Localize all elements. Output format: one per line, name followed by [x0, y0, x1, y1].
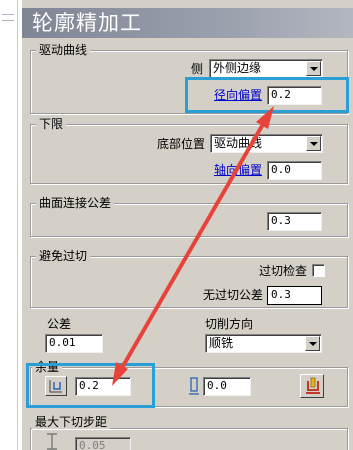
- side-select[interactable]: 外侧边缘: [209, 59, 323, 78]
- chevron-down-icon[interactable]: [305, 336, 320, 351]
- gouge-tolerance-label: 无过切公差: [203, 288, 264, 302]
- background-window-strip: [0, 0, 18, 450]
- cut-direction-select[interactable]: 顺铣: [205, 334, 322, 353]
- bottom-position-select[interactable]: 驱动曲线: [210, 134, 323, 153]
- radial-offset-link[interactable]: 径向偏置: [214, 87, 262, 103]
- chevron-down-icon[interactable]: [306, 61, 321, 76]
- component-stock-icon: [306, 377, 320, 394]
- max-stepdown-input[interactable]: 0.05: [75, 437, 131, 450]
- tolerance-input[interactable]: 0.01: [45, 334, 103, 353]
- gouge-check-label: 过切检查: [259, 264, 308, 278]
- cut-direction-value: 顺铣: [209, 336, 234, 350]
- surface-tolerance-input[interactable]: 0.3: [267, 212, 322, 231]
- axial-offset-link[interactable]: 轴向偏置: [214, 162, 262, 178]
- drive-curve-group-title: 驱动曲线: [36, 43, 91, 57]
- tolerance-label: 公差: [47, 317, 72, 331]
- gouge-check-checkbox[interactable]: [312, 264, 325, 277]
- bottom-position-label: 底部位置: [157, 137, 206, 151]
- cut-direction-label: 切削方向: [205, 317, 254, 331]
- radial-offset-input[interactable]: 0.2: [267, 86, 322, 105]
- bottom-position-value: 驱动曲线: [214, 136, 263, 150]
- surface-tolerance-group-title: 曲面连接公差: [36, 196, 115, 210]
- chevron-down-icon[interactable]: [306, 136, 321, 151]
- stock-tool-icon: [49, 380, 62, 393]
- strip-line: [2, 14, 14, 15]
- axial-offset-input[interactable]: 0.0: [267, 161, 322, 180]
- side-select-value: 外侧边缘: [213, 61, 262, 75]
- axial-stock-input[interactable]: 0.0: [203, 377, 251, 396]
- gouge-avoid-group-title: 避免过切: [36, 249, 91, 263]
- max-stepdown-group-title: 最大下切步距: [32, 415, 111, 429]
- stock-group-title: 余量: [32, 360, 63, 374]
- stock-input[interactable]: 0.2: [75, 377, 131, 396]
- dialog-title: 轮廓精加工: [22, 8, 353, 38]
- stock-toggle-button[interactable]: [45, 376, 67, 396]
- strip-line: [2, 20, 14, 21]
- stepdown-icon: [45, 433, 59, 450]
- lower-limit-group-title: 下限: [36, 117, 67, 131]
- axial-stock-icon: [188, 377, 200, 397]
- component-stock-button[interactable]: [300, 374, 324, 398]
- side-label: 侧: [191, 62, 204, 76]
- gouge-tolerance-input[interactable]: 0.3: [267, 286, 322, 305]
